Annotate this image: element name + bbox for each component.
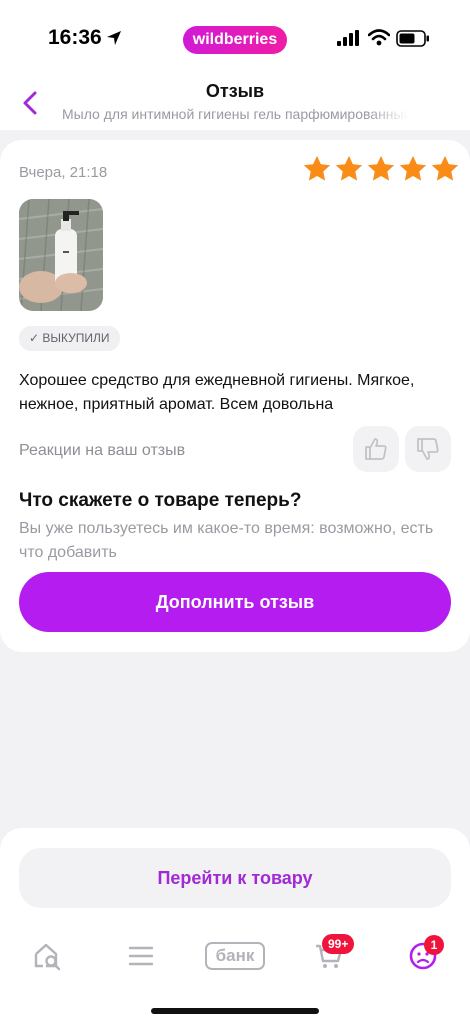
star-icon <box>303 155 331 181</box>
location-arrow-icon <box>107 31 121 45</box>
review-text: Хорошее средство для ежедневной гигиены.… <box>19 372 415 413</box>
star-icon <box>367 155 395 181</box>
purchased-badge: ✓ ВЫКУПИЛИ <box>19 326 120 351</box>
page-title: Отзыв <box>205 81 265 101</box>
battery-icon <box>396 30 429 47</box>
thumbs-down-icon <box>417 438 439 460</box>
status-bar: 16:36 wildberries <box>0 0 470 78</box>
app-pill[interactable]: wildberries <box>183 26 287 54</box>
prompt-subtitle: Вы уже пользуетесь им какое-то время: во… <box>19 520 434 561</box>
profile-notification-badge: 1 <box>424 935 444 955</box>
clock: 16:36 <box>48 26 102 49</box>
star-icon <box>399 155 427 181</box>
review-card: Вчера, 21:18 ✓ ВЫКУПИЛИ Хорошее средство… <box>0 140 470 652</box>
review-date: Вчера, 21:18 <box>19 164 108 181</box>
cellular-signal-icon <box>337 30 359 46</box>
page-header: Отзыв Мыло для интимной гигиены гель пар… <box>0 78 470 130</box>
home-indicator <box>151 1008 319 1014</box>
star-icon <box>431 155 459 181</box>
home-search-icon <box>34 943 61 971</box>
star-rating <box>302 154 460 184</box>
add-to-review-button[interactable]: Дополнить отзыв <box>19 572 451 632</box>
dislike-button[interactable] <box>405 426 451 472</box>
tab-bank[interactable]: банк <box>205 942 265 970</box>
reactions-label: Реакции на ваш отзыв <box>19 442 186 459</box>
tab-catalog[interactable] <box>121 938 161 974</box>
like-button[interactable] <box>353 426 399 472</box>
product-subtitle: Мыло для интимной гигиены гель парфюмиро… <box>62 106 408 122</box>
tab-home[interactable] <box>27 938 67 974</box>
cart-count-badge: 99+ <box>322 934 355 954</box>
star-icon <box>335 155 363 181</box>
prompt-title: Что скажете о товаре теперь? <box>19 490 302 511</box>
go-to-product-button[interactable]: Перейти к товару <box>19 848 451 908</box>
review-photo[interactable] <box>19 199 103 311</box>
thumbs-up-icon <box>365 438 387 460</box>
menu-icon <box>128 946 154 966</box>
wifi-icon <box>368 29 390 46</box>
bottom-panel: Перейти к товару банк 99+ 1 <box>0 828 470 1024</box>
